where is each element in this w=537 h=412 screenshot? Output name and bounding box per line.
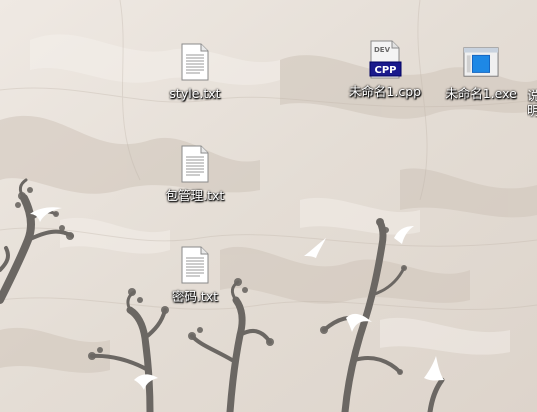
desktop-icon-clipped-label[interactable]: 说明 <box>527 88 537 118</box>
icon-label: 说明 <box>527 88 537 118</box>
executable-icon <box>463 42 499 82</box>
icon-label: 密码.txt <box>171 289 219 304</box>
devcpp-source-icon: DEV CPP <box>367 40 403 80</box>
desktop-icon-package-management-txt[interactable]: 包管理.txt <box>153 144 237 203</box>
desktop-icon-untitled-exe[interactable]: 未命名1.exe <box>439 42 523 101</box>
desktop-icon-untitled-cpp[interactable]: DEV CPP 未命名1.cpp <box>343 40 427 99</box>
icon-label: 包管理.txt <box>165 188 225 203</box>
icon-label: 未命名1.exe <box>445 86 517 101</box>
cpp-badge-text: CPP <box>375 65 397 76</box>
dev-badge-text: DEV <box>374 46 391 54</box>
text-file-icon <box>177 245 213 285</box>
desktop-icon-style-txt[interactable]: style.txt <box>153 42 237 101</box>
text-file-icon <box>177 144 213 184</box>
icon-label: style.txt <box>169 86 221 101</box>
desktop-icon-password-txt[interactable]: 密码.txt <box>153 245 237 304</box>
icon-label: 未命名1.cpp <box>348 84 422 99</box>
text-file-icon <box>177 42 213 82</box>
